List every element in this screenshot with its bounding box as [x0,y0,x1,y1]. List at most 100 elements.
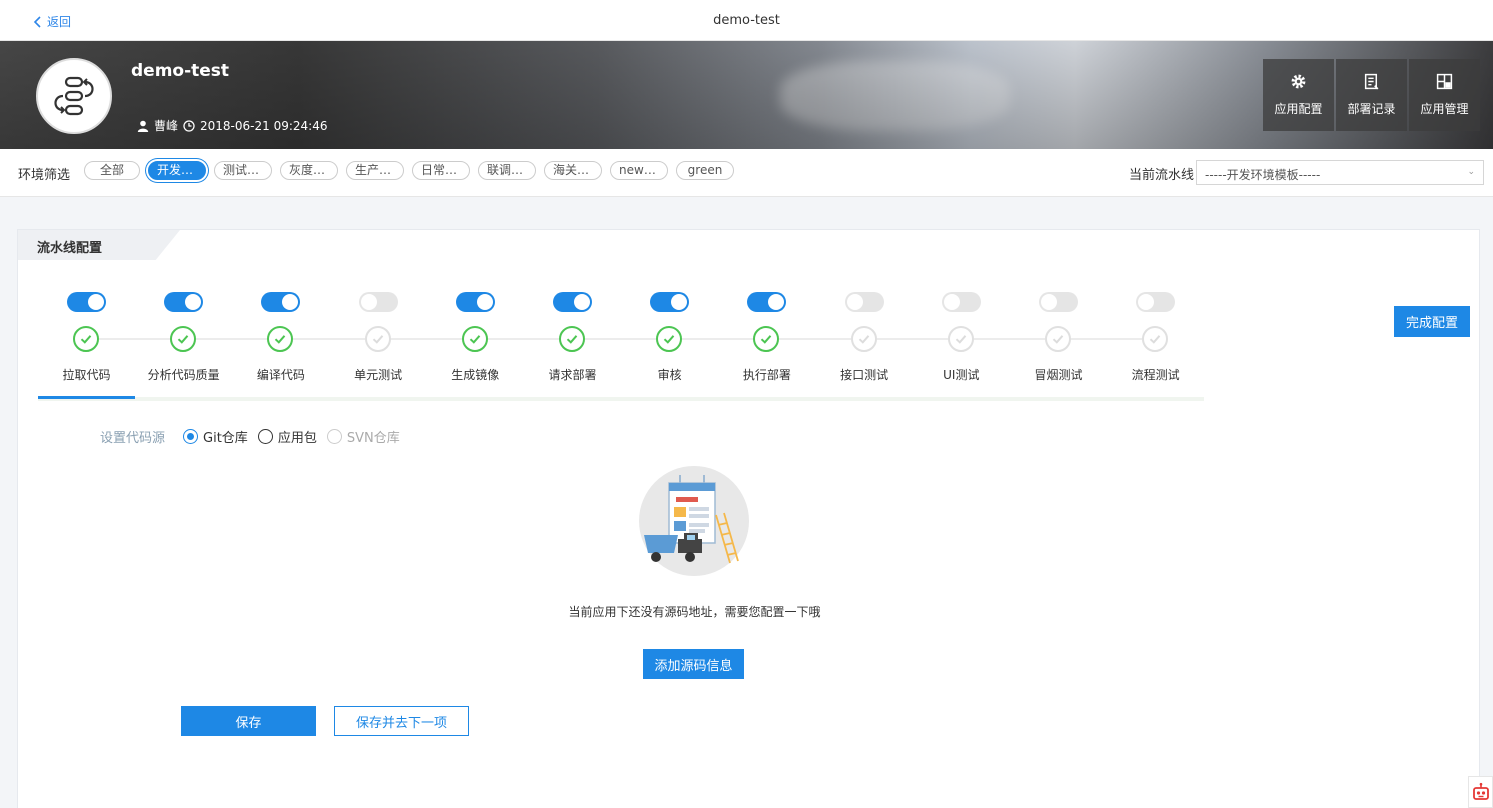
radio-circle [183,429,199,444]
code-source-setting: 设置代码源 Git仓库 应用包 SVN仓库 [100,427,410,446]
deploy-record-button[interactable]: 部署记录 [1336,59,1407,131]
empty-source-message: 当前应用下还没有源码地址，需要您配置一下哦 [568,605,821,619]
env-chip-dev[interactable]: 开发环境 [148,161,206,180]
app-created-time: 2018-06-21 09:24:46 [200,118,328,133]
env-chip-prod[interactable]: 生产环境 [346,161,404,180]
gear-icon [1291,74,1306,89]
pipeline-step[interactable]: 审核 [621,290,718,400]
radio-svn-label: SVN仓库 [346,431,400,446]
clock-icon [183,119,195,132]
save-button[interactable]: 保存 [181,706,316,736]
check-circle-icon [850,326,877,352]
user-icon [137,120,149,132]
pipeline-step[interactable]: 执行部署 [718,290,815,400]
step-label: 审核 [657,368,682,382]
step-label: 拉取代码 [62,368,111,382]
radio-circle [257,429,273,444]
step-toggle-switch[interactable] [1136,292,1176,312]
step-label: UI测试 [943,368,980,382]
radio-app-package[interactable]: 应用包 [257,427,317,446]
pipeline-step[interactable]: UI测试 [913,290,1010,400]
radio-package-label: 应用包 [277,431,317,446]
app-manage-button[interactable]: 应用管理 [1409,59,1480,131]
pipeline-step[interactable]: 拉取代码 [38,290,135,400]
check-circle-icon [947,326,974,352]
step-toggle-switch[interactable] [941,292,981,312]
code-source-label: 设置代码源 [100,431,166,446]
step-toggle-switch[interactable] [164,292,204,312]
step-toggle-switch[interactable] [650,292,690,312]
env-chip-daily[interactable]: 日常环境 [412,161,470,180]
env-chip-all[interactable]: 全部 [84,161,140,180]
check-circle-icon [656,326,683,352]
check-circle-icon [1142,326,1169,352]
radio-git-repo[interactable]: Git仓库 [183,427,248,446]
step-label: 流程测试 [1131,368,1180,382]
pipeline-step[interactable]: 生成镜像 [427,290,524,400]
grid-icon [1436,73,1453,90]
empty-state-illustration [639,466,749,576]
pipeline-logo-icon [54,76,94,116]
pipeline-steps: 拉取代码 分析代码质量 编译代码 单元测试 生成镜像 请求部署 审核 执行部署 接口测试 UI测试… [38,290,1204,400]
env-chip-customs-poc[interactable]: 海关poc [544,161,602,180]
pipeline-step[interactable]: 单元测试 [330,290,427,400]
chevron-down-icon: ⌄ [1467,167,1475,177]
step-toggle-switch[interactable] [358,292,398,312]
panel-title: 流水线配置 [18,230,180,260]
pipeline-step[interactable]: 编译代码 [232,290,329,400]
top-bar: 返回 demo-test [0,0,1493,41]
env-chip-green[interactable]: green [676,161,734,180]
step-label: 分析代码质量 [147,368,220,382]
step-toggle-switch[interactable] [261,292,301,312]
pipeline-select[interactable]: -----开发环境模板----- ⌄ [1196,160,1484,185]
step-toggle-switch[interactable] [1039,292,1078,312]
app-config-label: 应用配置 [1274,102,1323,116]
app-header: demo-test 曹峰 2018-06-21 09:24:46 应用配置 部署… [0,41,1493,149]
header-actions: 应用配置 部署记录 应用管理 [1263,59,1480,131]
active-step-indicator [38,396,135,399]
finish-config-button[interactable]: 完成配置 [1394,306,1470,337]
page-title: demo-test [713,13,780,28]
pipeline-step[interactable]: 流程测试 [1107,290,1204,400]
pipeline-step[interactable]: 接口测试 [816,290,913,400]
pipeline-step[interactable]: 请求部署 [524,290,621,400]
step-label: 单元测试 [354,368,403,382]
env-chip-test[interactable]: 测试环境 [214,161,272,180]
env-chip-joint[interactable]: 联调环境 [478,161,536,180]
step-label: 接口测试 [840,368,889,382]
pipeline-step[interactable]: 分析代码质量 [135,290,232,400]
environment-filter-bar: 环境筛选 全部 开发环境 测试环境 灰度环境 生产环境 日常环境 联调环境 海关… [0,149,1493,197]
env-chip-gray[interactable]: 灰度环境 [280,161,338,180]
env-chip-list: 全部 开发环境 测试环境 灰度环境 生产环境 日常环境 联调环境 海关poc n… [84,161,734,180]
app-avatar [36,58,112,134]
check-circle-icon [1045,326,1071,352]
step-toggle-switch[interactable] [67,292,106,312]
env-filter-label: 环境筛选 [18,168,71,183]
step-toggle-switch[interactable] [844,292,884,312]
app-name: demo-test [131,61,230,81]
step-toggle-switch[interactable] [553,292,592,312]
check-circle-icon [73,326,99,352]
app-config-button[interactable]: 应用配置 [1263,59,1334,131]
step-toggle-switch[interactable] [747,292,787,312]
check-circle-icon [170,326,197,352]
deploy-record-label: 部署记录 [1347,102,1396,116]
robot-icon [1472,782,1489,800]
check-circle-icon [753,326,780,352]
check-circle-icon [364,326,391,352]
check-circle-icon [559,326,585,352]
radio-circle [326,429,342,444]
pipeline-label: 当前流水线 [1129,168,1195,183]
radio-svn-repo: SVN仓库 [326,427,400,446]
steps-underline [38,397,1204,401]
add-source-button[interactable]: 添加源码信息 [643,649,744,679]
step-label: 生成镜像 [451,368,500,382]
app-meta: 曹峰 2018-06-21 09:24:46 [137,117,327,134]
step-toggle-switch[interactable] [455,292,495,312]
radio-git-label: Git仓库 [203,431,248,446]
robot-assistant-button[interactable] [1468,776,1493,808]
save-and-next-button[interactable]: 保存并去下一项 [334,706,469,736]
check-circle-icon [267,326,294,352]
pipeline-step[interactable]: 冒烟测试 [1010,290,1107,400]
env-chip-new[interactable]: new+{{r... [610,161,668,180]
